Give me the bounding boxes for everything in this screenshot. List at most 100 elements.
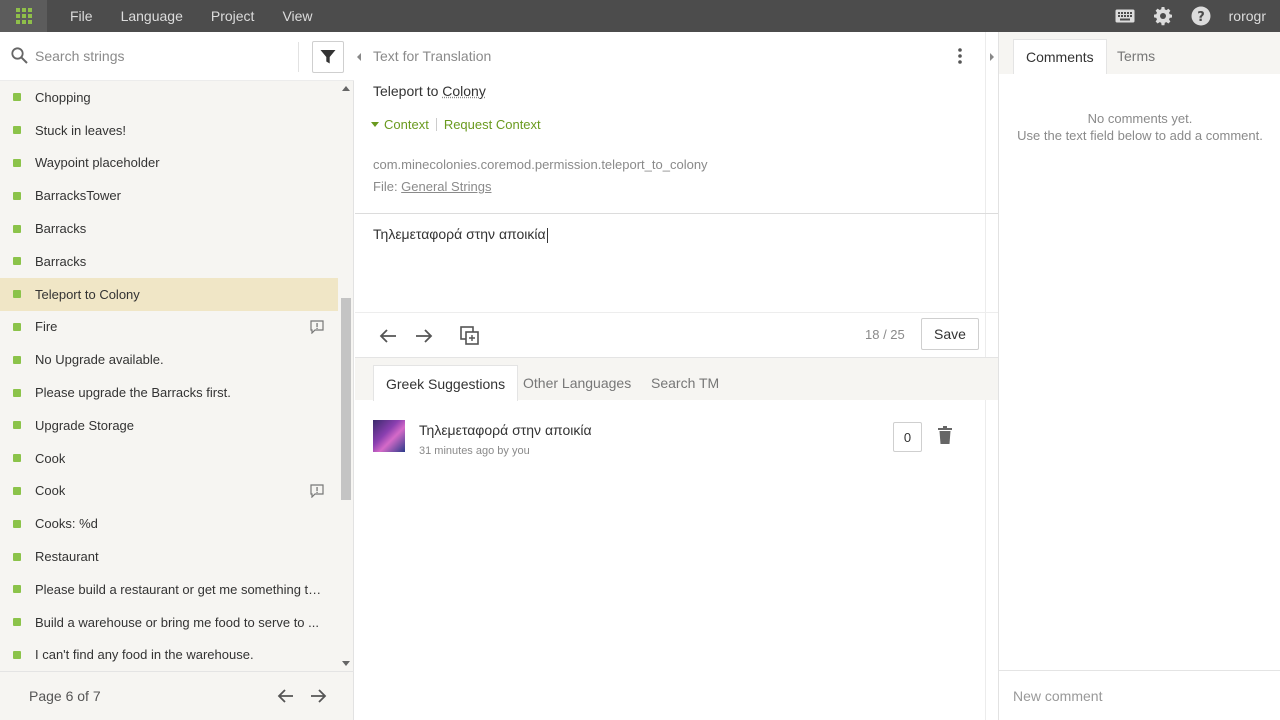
empty-comments-line-2: Use the text field below to add a commen…	[999, 127, 1280, 144]
new-comment-input[interactable]	[1013, 685, 1263, 707]
list-item[interactable]: Please upgrade the Barracks first.	[0, 376, 338, 409]
list-item[interactable]: Cook	[0, 442, 338, 475]
collapse-left-arrow-icon[interactable]	[357, 53, 361, 61]
scroll-up-arrow-icon[interactable]	[342, 86, 350, 91]
search-input[interactable]	[35, 44, 290, 68]
list-item-label: Waypoint placeholder	[35, 155, 160, 170]
scroll-down-arrow-icon[interactable]	[342, 661, 350, 666]
tab-other-languages[interactable]: Other Languages	[511, 365, 643, 401]
file-link[interactable]: General Strings	[401, 179, 491, 194]
translated-status-icon	[13, 290, 21, 298]
top-bar: File Language Project View ? rorogr	[0, 0, 1280, 32]
string-key: com.minecolonies.coremod.permission.tele…	[373, 157, 708, 172]
translated-status-icon	[13, 389, 21, 397]
translated-status-icon	[13, 93, 21, 101]
list-item[interactable]: Please build a restaurant or get me some…	[0, 573, 338, 606]
menu-view[interactable]: View	[268, 0, 326, 32]
scrollbar[interactable]	[338, 81, 354, 671]
search-icon	[11, 47, 28, 67]
help-icon[interactable]: ?	[1191, 6, 1211, 26]
translated-status-icon	[13, 192, 21, 200]
avatar	[373, 420, 405, 452]
list-item[interactable]: Barracks	[0, 212, 338, 245]
list-item-label: Restaurant	[35, 549, 99, 564]
translation-editor[interactable]: Τηλεμεταφορά στην αποικία	[373, 226, 548, 243]
translated-status-icon	[13, 421, 21, 429]
comments-panel: Comments Terms No comments yet. Use the …	[998, 32, 1280, 720]
translated-status-icon	[13, 585, 21, 593]
file-prefix: File:	[373, 179, 401, 194]
username[interactable]: rorogr	[1229, 8, 1266, 24]
suggestion-text: Τηλεμεταφορά στην αποικία	[419, 422, 592, 438]
list-item[interactable]: No Upgrade available.	[0, 343, 338, 376]
translated-status-icon	[13, 225, 21, 233]
translation-panel: Text for Translation Teleport to Colony …	[355, 32, 998, 720]
trash-icon[interactable]	[938, 426, 952, 447]
comment-issue-icon	[310, 320, 324, 337]
previous-string-arrow-icon[interactable]	[377, 325, 399, 347]
list-item-label: Teleport to Colony	[35, 287, 140, 302]
list-item[interactable]: Teleport to Colony	[0, 278, 338, 311]
list-item-label: Barracks	[35, 254, 86, 269]
list-item[interactable]: Stuck in leaves!	[0, 114, 338, 147]
text-cursor	[547, 228, 548, 243]
section-title: Text for Translation	[373, 48, 491, 64]
search-bar	[0, 32, 354, 81]
scrollbar-thumb[interactable]	[341, 298, 351, 500]
save-button[interactable]: Save	[921, 318, 979, 350]
list-item[interactable]: Restaurant	[0, 540, 338, 573]
list-item-label: Chopping	[35, 90, 91, 105]
filter-button[interactable]	[312, 41, 344, 73]
translated-status-icon	[13, 454, 21, 462]
list-item[interactable]: Fire	[0, 311, 338, 344]
page-indicator: Page 6 of 7	[29, 688, 101, 704]
suggestion-tabs: Greek Suggestions Other Languages Search…	[355, 357, 998, 400]
tab-comments[interactable]: Comments	[1013, 39, 1107, 74]
request-context-link[interactable]: Request Context	[444, 117, 541, 132]
keyboard-icon[interactable]	[1115, 6, 1135, 26]
next-string-arrow-icon[interactable]	[413, 325, 435, 347]
tab-search-tm[interactable]: Search TM	[639, 365, 731, 401]
collapse-right-arrow-icon[interactable]	[990, 53, 994, 61]
file-info: File: General Strings	[373, 179, 492, 194]
menu-file[interactable]: File	[56, 0, 107, 32]
string-list: Chopping Stuck in leaves! Waypoint placeho…	[0, 81, 338, 671]
list-item-label: Upgrade Storage	[35, 418, 134, 433]
settings-gear-icon[interactable]	[1153, 6, 1173, 26]
divider	[355, 213, 998, 214]
menu-project[interactable]: Project	[197, 0, 269, 32]
list-item[interactable]: Build a warehouse or bring me food to se…	[0, 606, 338, 639]
previous-page-arrow-icon[interactable]	[276, 686, 296, 709]
list-item-label: Build a warehouse or bring me food to se…	[35, 615, 319, 630]
context-row: Context Request Context	[371, 117, 541, 132]
list-item[interactable]: Cook	[0, 475, 338, 508]
divider	[355, 312, 998, 313]
new-comment-area	[999, 670, 1280, 720]
menu-language[interactable]: Language	[107, 0, 197, 32]
list-item[interactable]: BarracksTower	[0, 179, 338, 212]
suggestion-item[interactable]: Τηλεμεταφορά στην αποικία 31 minutes ago…	[373, 420, 983, 460]
list-item[interactable]: Upgrade Storage	[0, 409, 338, 442]
apps-menu-button[interactable]	[0, 0, 47, 32]
list-item[interactable]: Barracks	[0, 245, 338, 278]
more-options-icon[interactable]	[958, 48, 962, 67]
filter-funnel-icon	[320, 49, 336, 65]
list-item[interactable]: Cooks: %d	[0, 507, 338, 540]
tab-greek-suggestions[interactable]: Greek Suggestions	[373, 365, 518, 401]
pager: Page 6 of 7	[0, 671, 354, 720]
translated-status-icon	[13, 618, 21, 626]
list-item[interactable]: Chopping	[0, 81, 338, 114]
next-page-arrow-icon[interactable]	[308, 686, 328, 709]
glossary-term[interactable]: Colony	[442, 83, 486, 99]
list-item-label: Fire	[35, 319, 57, 334]
list-item-label: Please upgrade the Barracks first.	[35, 385, 231, 400]
translated-status-icon	[13, 126, 21, 134]
vote-count[interactable]: 0	[893, 422, 922, 452]
translation-value: Τηλεμεταφορά στην αποικία	[373, 226, 546, 242]
list-item[interactable]: I can't find any food in the warehouse.	[0, 639, 338, 671]
context-toggle[interactable]: Context	[384, 117, 429, 132]
copy-source-icon[interactable]	[459, 325, 481, 347]
tab-terms[interactable]: Terms	[1105, 39, 1167, 74]
string-counter: 18 / 25	[865, 327, 905, 342]
list-item[interactable]: Waypoint placeholder	[0, 147, 338, 180]
